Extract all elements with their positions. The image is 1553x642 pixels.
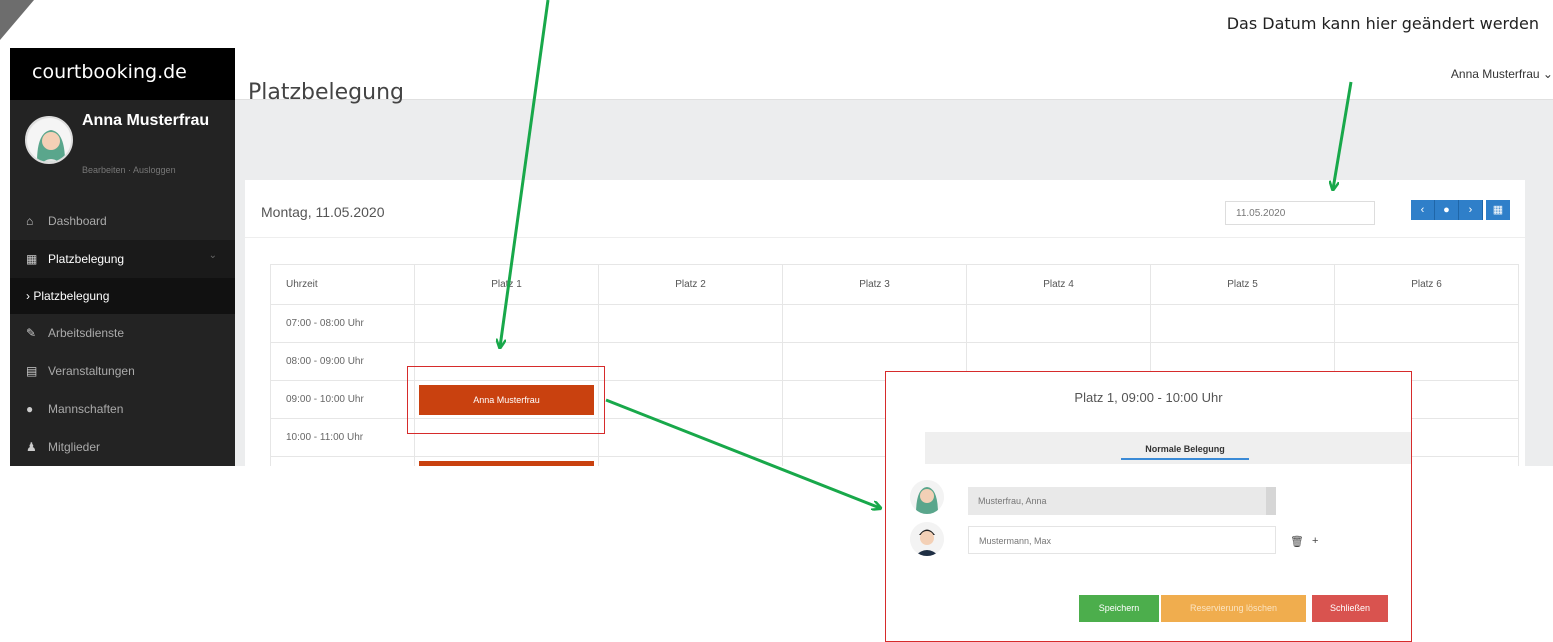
player-actions: 🗑 +	[1290, 535, 1318, 548]
previous-day-button[interactable]: ‹	[1411, 200, 1435, 220]
court-slot[interactable]	[782, 304, 967, 343]
time-slot-label: 08:00 - 09:00 Uhr	[270, 342, 415, 381]
column-header-court-5: Platz 5	[1150, 264, 1335, 305]
avatar	[25, 116, 73, 164]
column-header-court-2: Platz 2	[598, 264, 783, 305]
court-slot[interactable]	[598, 418, 783, 457]
sidebar-item-veranstaltungen[interactable]: ▤ Veranstaltungen	[10, 352, 235, 390]
dialog-buttons: Speichern Reservierung löschen Schließen	[1079, 595, 1388, 622]
sidebar-item-label: Mitglieder	[48, 440, 101, 454]
sidebar-item-label: Veranstaltungen	[48, 364, 135, 378]
column-header-time: Uhrzeit	[270, 264, 415, 305]
sidebar-item-label: Dashboard	[48, 214, 107, 228]
sidebar-item-mannschaften[interactable]: ● Mannschaften	[10, 390, 235, 428]
calendar-picker-button[interactable]: ▦	[1486, 200, 1510, 220]
calendar-icon: ▦	[26, 252, 38, 266]
brand-logo[interactable]: courtbooking.de	[10, 48, 235, 100]
column-header-court-1: Platz 1	[414, 264, 599, 305]
home-icon: ⌂	[26, 214, 34, 228]
table-row: 07:00 - 08:00 Uhr	[270, 304, 1519, 343]
time-slot-label: 10:00 - 11:00 Uhr	[270, 418, 415, 457]
scrollbar[interactable]	[1266, 487, 1276, 515]
court-slot[interactable]	[414, 304, 599, 343]
table-header-row: Uhrzeit Platz 1 Platz 2 Platz 3 Platz 4 …	[270, 264, 1519, 305]
date-navigation: ‹ ● › ▦	[1411, 200, 1510, 220]
sidebar-item-arbeitsdienste[interactable]: ✎ Arbeitsdienste	[10, 314, 235, 352]
current-date-label: Montag, 11.05.2020	[261, 204, 385, 220]
next-day-button[interactable]: ›	[1459, 200, 1483, 220]
date-change-note: Das Datum kann hier geändert werden	[1226, 14, 1539, 33]
avatar	[910, 522, 944, 556]
sidebar-item-mitglieder[interactable]: ♟ Mitglieder	[10, 428, 235, 466]
save-button[interactable]: Speichern	[1079, 595, 1159, 622]
group-icon: ●	[26, 402, 34, 416]
player-1-field[interactable]: Musterfrau, Anna	[968, 487, 1276, 515]
sidebar-item-dashboard[interactable]: ⌂ Dashboard	[10, 202, 235, 240]
sidebar-item-platzbelegung[interactable]: ▦ Platzbelegung ⌄	[10, 240, 235, 278]
close-button[interactable]: Schließen	[1312, 595, 1388, 622]
topbar: Anna Musterfrau ⌄	[235, 48, 1553, 100]
sidebar-item-label: Mannschaften	[48, 402, 124, 416]
sidebar: courtbooking.de Anna Musterfrau Bearbeit…	[10, 48, 235, 466]
player-1-name: Musterfrau, Anna	[978, 496, 1047, 506]
court-slot[interactable]	[598, 304, 783, 343]
court-slot[interactable]	[1150, 304, 1335, 343]
sidebar-user: Anna Musterfrau Bearbeiten · Ausloggen	[10, 100, 235, 202]
chevron-down-icon: ⌄	[208, 250, 217, 261]
date-input[interactable]: 11.05.2020	[1225, 201, 1375, 225]
player-2-name: Mustermann, Max	[979, 536, 1052, 546]
person-icon: ♟	[26, 440, 37, 454]
tutorial-screenshot: Das Datum kann hier geändert werden cour…	[0, 0, 1553, 642]
plus-icon[interactable]: +	[1312, 535, 1318, 548]
dialog-tabbar: Normale Belegung	[925, 432, 1411, 464]
court-slot[interactable]	[966, 304, 1151, 343]
highlight-box-booking	[407, 366, 605, 434]
page-title: Platzbelegung	[248, 80, 404, 105]
dialog-title: Platz 1, 09:00 - 10:00 Uhr	[1074, 390, 1223, 405]
trash-icon[interactable]: 🗑	[1290, 535, 1304, 548]
column-header-court-3: Platz 3	[782, 264, 967, 305]
avatar	[910, 480, 944, 514]
court-slot[interactable]	[598, 380, 783, 419]
corner-triangle	[0, 0, 34, 40]
map-icon: ▤	[26, 364, 38, 378]
player-2-field[interactable]: Mustermann, Max	[968, 526, 1276, 554]
tab-normal-booking[interactable]: Normale Belegung	[1121, 444, 1249, 460]
column-header-court-6: Platz 6	[1334, 264, 1519, 305]
column-header-court-4: Platz 4	[966, 264, 1151, 305]
time-slot-label: 07:00 - 08:00 Uhr	[270, 304, 415, 343]
sidebar-item-label: Platzbelegung	[48, 252, 125, 266]
wrench-icon: ✎	[26, 326, 37, 340]
user-links[interactable]: Bearbeiten · Ausloggen	[82, 165, 176, 175]
sidebar-subitem-platzbelegung[interactable]: › Platzbelegung	[10, 278, 235, 314]
delete-reservation-button[interactable]: Reservierung löschen	[1161, 595, 1306, 622]
panel-divider	[245, 237, 1525, 238]
booking-dialog: Platz 1, 09:00 - 10:00 Uhr Normale Beleg…	[885, 371, 1412, 642]
court-slot[interactable]	[1334, 304, 1519, 343]
sidebar-item-label: Arbeitsdienste	[48, 326, 125, 340]
today-button[interactable]: ●	[1435, 200, 1459, 220]
user-name: Anna Musterfrau	[82, 112, 210, 129]
court-slot[interactable]	[598, 342, 783, 381]
user-menu[interactable]: Anna Musterfrau ⌄	[1451, 67, 1553, 81]
time-slot-label: 09:00 - 10:00 Uhr	[270, 380, 415, 419]
